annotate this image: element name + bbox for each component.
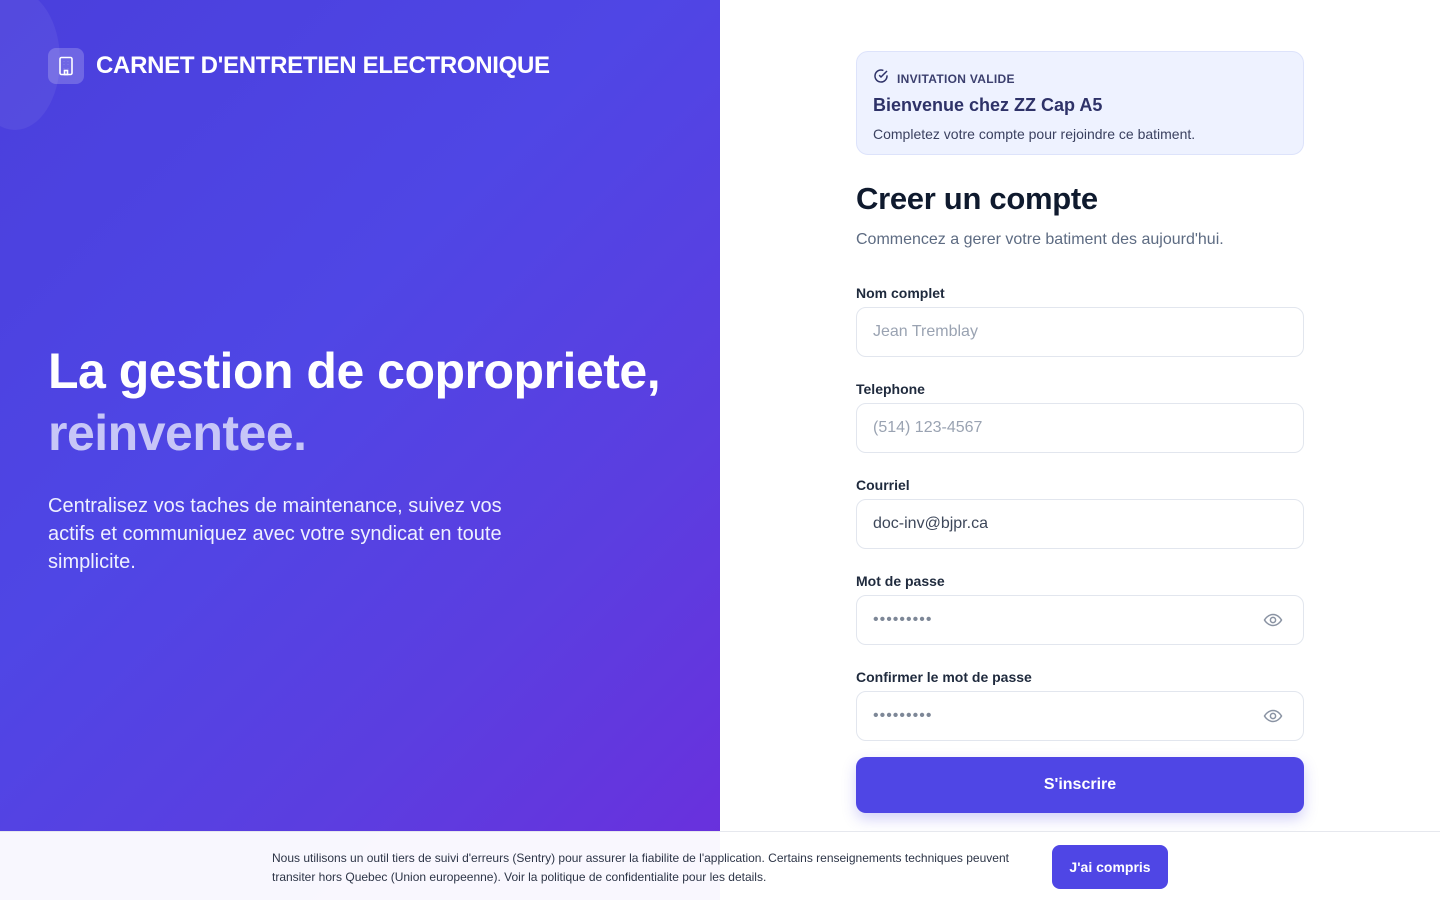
name-label: Nom complet: [856, 285, 945, 301]
email-label: Courriel: [856, 477, 910, 493]
hero: La gestion de copropriete, reinventee. C…: [48, 340, 688, 576]
invitation-title: Bienvenue chez ZZ Cap A5: [873, 95, 1103, 115]
brand-panel: CARNET D'ENTRETIEN ELECTRONIQUE La gesti…: [0, 0, 720, 900]
invitation-subtitle: Completez votre compte pour rejoindre ce…: [873, 126, 1196, 142]
confirm-password-value: •••••••••: [873, 707, 933, 724]
password-value: •••••••••: [873, 611, 933, 628]
signup-button[interactable]: S'inscrire: [856, 757, 1304, 813]
phone-field-group: Telephone (514) 123-4567: [856, 381, 1304, 453]
confirm-password-input[interactable]: •••••••••: [856, 691, 1304, 741]
password-field-group: Mot de passe •••••••••: [856, 573, 1304, 645]
confirm-password-label: Confirmer le mot de passe: [856, 669, 1032, 685]
building-icon: [48, 48, 84, 84]
hero-title-highlight: reinventee.: [48, 405, 307, 461]
name-placeholder: Jean Tremblay: [873, 323, 978, 340]
invitation-status: INVITATION VALIDE: [897, 71, 1015, 86]
password-label: Mot de passe: [856, 573, 945, 589]
form-title: Creer un compte: [856, 181, 1098, 216]
confirm-password-field-group: Confirmer le mot de passe •••••••••: [856, 669, 1304, 741]
email-value: doc-inv@bjpr.ca: [873, 515, 988, 532]
form-panel: INVITATION VALIDE Bienvenue chez ZZ Cap …: [720, 0, 1440, 900]
eye-icon[interactable]: [1263, 612, 1283, 633]
hero-title-line1: La gestion de copropriete,: [48, 343, 661, 399]
email-field-group: Courriel doc-inv@bjpr.ca: [856, 477, 1304, 549]
cookie-banner: Nous utilisons un outil tiers de suivi d…: [0, 831, 1440, 900]
brand-name: CARNET D'ENTRETIEN ELECTRONIQUE: [96, 52, 550, 79]
accept-cookie-button[interactable]: J'ai compris: [1052, 845, 1168, 889]
phone-input[interactable]: (514) 123-4567: [856, 403, 1304, 453]
name-input[interactable]: Jean Tremblay: [856, 307, 1304, 357]
phone-placeholder: (514) 123-4567: [873, 419, 983, 436]
signup-form: INVITATION VALIDE Bienvenue chez ZZ Cap …: [856, 51, 1304, 813]
brand-header: CARNET D'ENTRETIEN ELECTRONIQUE: [48, 48, 550, 84]
phone-label: Telephone: [856, 381, 925, 397]
hero-description: Centralisez vos taches de maintenance, s…: [48, 495, 502, 573]
hero-title: La gestion de copropriete, reinventee.: [48, 340, 688, 464]
cookie-text: Nous utilisons un outil tiers de suivi d…: [272, 851, 1009, 884]
form-subtitle: Commencez a gerer votre batiment des auj…: [856, 231, 1224, 248]
email-input[interactable]: doc-inv@bjpr.ca: [856, 499, 1304, 549]
name-field-group: Nom complet Jean Tremblay: [856, 285, 1304, 357]
password-input[interactable]: •••••••••: [856, 595, 1304, 645]
check-circle-icon: [873, 68, 889, 89]
eye-icon[interactable]: [1263, 708, 1283, 729]
invitation-banner: INVITATION VALIDE Bienvenue chez ZZ Cap …: [856, 51, 1304, 155]
